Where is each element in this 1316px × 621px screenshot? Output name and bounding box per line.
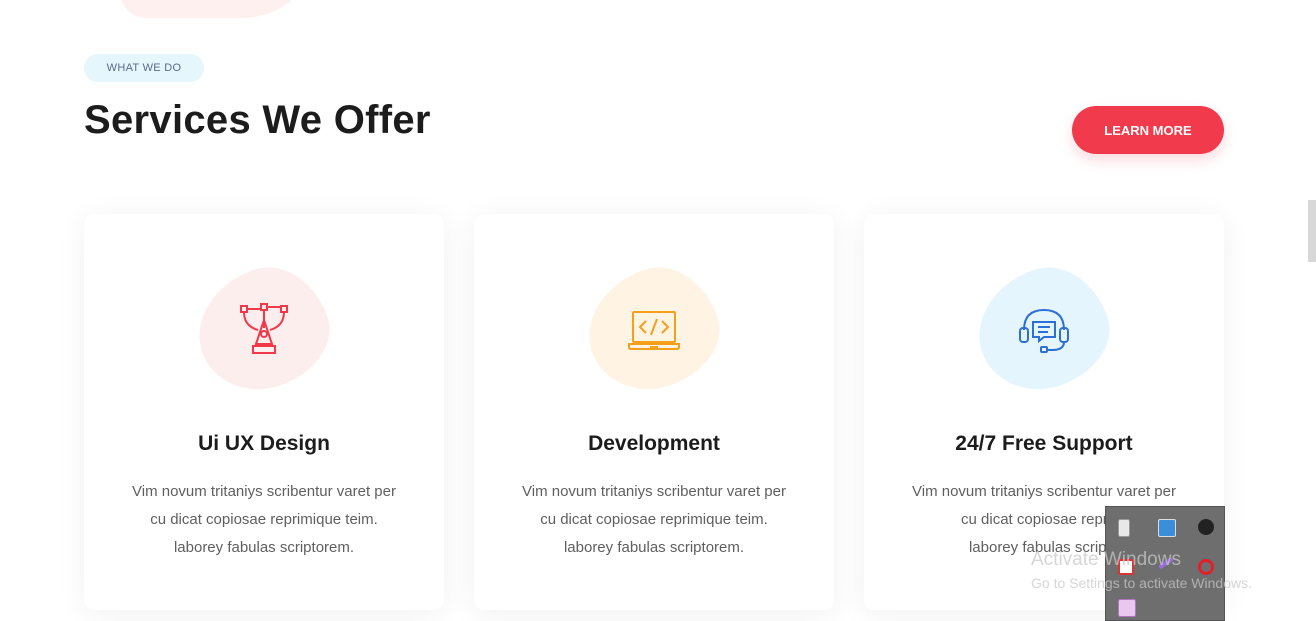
service-description-line: Vim novum tritaniys scribentur varet per [522, 483, 786, 500]
service-description: Vim novum tritaniys scribentur varet per… [124, 478, 404, 562]
service-description-line: laborey fabulas scriptorem. [173, 539, 355, 556]
headset-chat-icon [1019, 308, 1069, 353]
service-description-line: Vim novum tritaniys scribentur varet per [132, 483, 396, 500]
app-icon[interactable] [1118, 599, 1136, 617]
section-tag: WHAT WE DO [84, 54, 204, 82]
service-description-line: Vim novum tritaniys scribentur varet per [912, 483, 1176, 500]
service-description-line: cu dicat copiosae reprimi [961, 511, 1127, 528]
page-title: Services We Offer [84, 98, 431, 142]
learn-more-button[interactable]: LEARN MORE [1072, 106, 1224, 154]
service-description-line: cu dicat copiosae reprimique teim. [540, 511, 768, 528]
network-icon[interactable] [1158, 519, 1176, 537]
service-description-line: cu dicat copiosae reprimique teim. [150, 511, 378, 528]
code-laptop-icon [628, 311, 680, 350]
service-title: Ui UX Design [198, 432, 330, 455]
service-description-line: laborey fabulas scriptorem. [563, 539, 745, 556]
screen-capture-icon[interactable] [1198, 519, 1214, 535]
scrollbar-thumb[interactable] [1308, 200, 1316, 262]
activation-watermark-title: Activate Windows [1031, 549, 1181, 570]
pen-tool-icon [240, 303, 288, 354]
activation-watermark-text: Go to Settings to activate Windows. [1031, 575, 1252, 591]
decorative-blob [120, 0, 320, 18]
opera-icon[interactable] [1198, 559, 1214, 575]
service-card-ui-ux: Ui UX Design Vim novum tritaniys scriben… [84, 214, 444, 610]
service-description: Vim novum tritaniys scribentur varet per… [514, 478, 794, 562]
service-title: 24/7 Free Support [955, 432, 1133, 455]
service-title: Development [588, 432, 720, 455]
service-card-development: Development Vim novum tritaniys scribent… [474, 214, 834, 610]
usb-icon[interactable] [1118, 519, 1130, 537]
